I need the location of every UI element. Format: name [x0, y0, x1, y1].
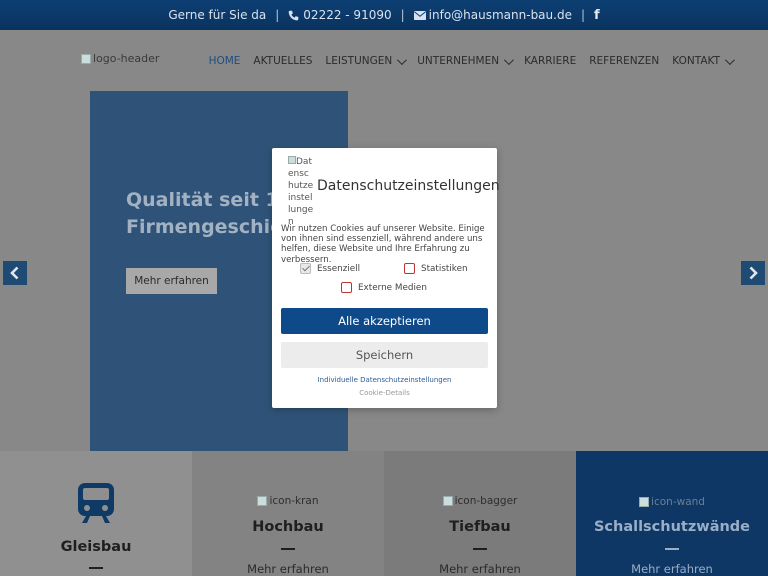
tile-title: Tiefbau: [449, 519, 511, 535]
individual-settings-link[interactable]: Individuelle Datenschutzeinstellungen: [272, 376, 497, 384]
slider-prev-button[interactable]: [3, 261, 27, 285]
phone-number: 02222 - 91090: [303, 8, 392, 22]
checkbox-label: Essenziell: [317, 263, 361, 274]
separator: |: [400, 8, 405, 22]
tile-title: Hochbau: [252, 519, 324, 535]
separator: |: [275, 8, 280, 22]
broken-image-icon: [639, 497, 650, 507]
tile-divider: [473, 548, 487, 550]
nav-item-unternehmen[interactable]: UNTERNEHMEN: [417, 54, 514, 67]
tile-more-link[interactable]: Mehr erfahren: [384, 562, 576, 576]
broken-image-icon: [288, 156, 296, 164]
tile-divider: [281, 548, 295, 550]
tile-divider: [89, 567, 103, 569]
nav-label: UNTERNEHMEN: [417, 55, 500, 67]
icon-alt-text: icon-wand: [651, 496, 705, 508]
broken-image-icon: [257, 496, 268, 506]
checkbox-statistiken[interactable]: Statistiken: [404, 263, 468, 274]
tile-more-link[interactable]: Mehr erfahren: [192, 562, 384, 576]
broken-image-icon: [442, 496, 453, 506]
facebook-icon[interactable]: f: [594, 8, 600, 23]
cookie-logo: Datenschutzeinstellungen: [288, 156, 314, 228]
email-link[interactable]: info@hausmann-bau.de: [413, 8, 572, 22]
checkbox-box[interactable]: [404, 263, 415, 274]
top-bar: Gerne für Sie da | 02222 - 91090 | info@…: [0, 0, 768, 30]
tagline: Gerne für Sie da: [168, 8, 267, 22]
nav-item-karriere[interactable]: KARRIERE: [524, 55, 576, 67]
nav-label: LEISTUNGEN: [325, 55, 393, 67]
checkbox-externe-medien[interactable]: Externe Medien: [341, 282, 427, 293]
site-logo[interactable]: logo-header: [81, 52, 159, 65]
nav-label: KONTAKT: [672, 55, 720, 67]
wall-icon: icon-wand: [576, 496, 768, 508]
nav-item-kontakt[interactable]: KONTAKT: [672, 54, 735, 67]
main-navbar: logo-header HOME AKTUELLES LEISTUNGEN UN…: [0, 30, 768, 90]
chevron-left-icon: [10, 266, 19, 280]
cookie-details-link[interactable]: Cookie-Details: [272, 389, 497, 397]
phone-link[interactable]: 02222 - 91090: [288, 8, 392, 22]
tile-gleisbau[interactable]: Gleisbau: [0, 451, 192, 576]
tile-more-link[interactable]: Mehr erfahren: [576, 562, 768, 576]
tile-title: Gleisbau: [60, 539, 132, 555]
nav-item-aktuelles[interactable]: AKTUELLES: [253, 55, 312, 67]
tile-schallschutzwaende[interactable]: icon-wand Schallschutzwände Mehr erfahre…: [576, 451, 768, 576]
chevron-down-icon: [504, 54, 514, 65]
checkbox-label: Externe Medien: [358, 282, 427, 293]
tile-tiefbau[interactable]: icon-bagger Tiefbau Mehr erfahren: [384, 451, 576, 576]
nav-item-referenzen[interactable]: REFERENZEN: [589, 55, 659, 67]
cookie-dialog-title: Datenschutzeinstellungen: [317, 178, 500, 194]
nav-item-leistungen[interactable]: LEISTUNGEN: [325, 54, 408, 67]
tile-divider: [665, 548, 679, 550]
save-button[interactable]: Speichern: [281, 342, 488, 368]
nav-label: AKTUELLES: [253, 55, 313, 67]
train-icon: [78, 483, 114, 523]
excavator-icon: icon-bagger: [384, 495, 576, 507]
nav-item-home[interactable]: HOME: [209, 55, 241, 67]
phone-icon: [288, 10, 299, 20]
chevron-down-icon: [397, 54, 408, 65]
mail-icon: [413, 10, 426, 20]
tile-hochbau[interactable]: icon-kran Hochbau Mehr erfahren: [192, 451, 384, 576]
checkbox-box[interactable]: [300, 263, 311, 274]
chevron-down-icon: [724, 54, 735, 65]
nav-label: KARRIERE: [524, 55, 577, 67]
cookie-logo-alt-text: Datenschutzeinstellungen: [288, 157, 314, 227]
checkbox-essenziell[interactable]: Essenziell: [300, 263, 360, 274]
checkbox-box[interactable]: [341, 282, 352, 293]
icon-alt-text: icon-bagger: [454, 495, 518, 507]
slider-next-button[interactable]: [741, 261, 765, 285]
nav-label: REFERENZEN: [589, 55, 660, 67]
icon-alt-text: icon-kran: [269, 495, 319, 507]
email-address: info@hausmann-bau.de: [428, 8, 572, 22]
accept-all-button[interactable]: Alle akzeptieren: [281, 308, 488, 334]
separator: |: [580, 8, 585, 22]
checkbox-label: Statistiken: [421, 263, 468, 274]
main-nav: HOME AKTUELLES LEISTUNGEN UNTERNEHMEN KA…: [209, 54, 735, 67]
chevron-right-icon: [749, 266, 758, 280]
hero-more-button[interactable]: Mehr erfahren: [126, 268, 217, 294]
service-tiles: Gleisbau icon-kran Hochbau Mehr erfahren…: [0, 451, 768, 576]
broken-image-icon: [81, 53, 91, 64]
cookie-consent-dialog: Datenschutzeinstellungen Datenschutzeins…: [272, 148, 500, 408]
crane-icon: icon-kran: [192, 495, 384, 507]
nav-label: HOME: [208, 55, 241, 67]
cookie-dialog-text: Wir nutzen Cookies auf unserer Website. …: [281, 224, 485, 265]
logo-alt-text: logo-header: [93, 52, 160, 65]
tile-title: Schallschutzwände: [593, 519, 751, 535]
